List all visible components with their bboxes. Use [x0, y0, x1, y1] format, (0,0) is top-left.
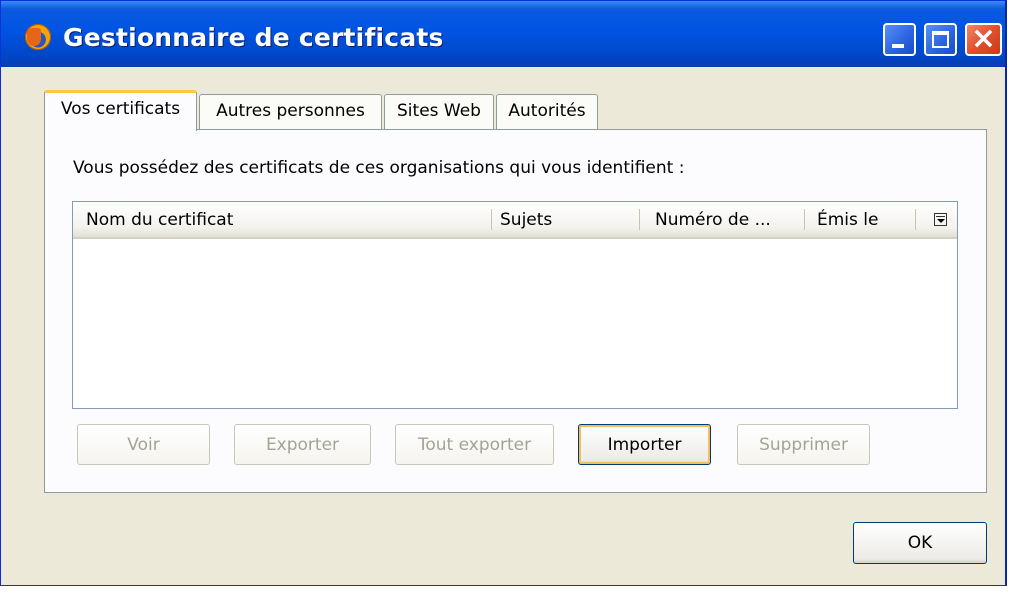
- firefox-icon: [25, 24, 51, 50]
- column-separator[interactable]: [804, 209, 805, 230]
- export-all-button[interactable]: Tout exporter: [395, 424, 554, 465]
- column-separator[interactable]: [915, 209, 916, 230]
- tab-sites-web[interactable]: Sites Web: [384, 94, 494, 129]
- view-button[interactable]: Voir: [77, 424, 210, 465]
- certificate-manager-window: Gestionnaire de certificats × Vos certif…: [0, 0, 1007, 586]
- column-header-name[interactable]: Nom du certificat: [86, 210, 233, 230]
- column-separator[interactable]: [639, 209, 640, 230]
- export-button[interactable]: Exporter: [234, 424, 371, 465]
- close-button[interactable]: ×: [965, 21, 1002, 56]
- title-bar[interactable]: Gestionnaire de certificats ×: [1, 1, 1005, 67]
- maximize-button[interactable]: [924, 23, 957, 56]
- panel-description: Vous possédez des certificats de ces org…: [73, 158, 685, 178]
- column-separator[interactable]: [491, 209, 492, 230]
- tree-header: Nom du certificat Sujets Numéro de ... É…: [73, 202, 957, 239]
- maximize-icon: [932, 31, 949, 48]
- tab-vos-certificats[interactable]: Vos certificats: [44, 90, 197, 131]
- minimize-icon: [892, 44, 904, 48]
- close-icon: ×: [970, 21, 997, 56]
- column-header-issued[interactable]: Émis le: [817, 210, 878, 230]
- window-title: Gestionnaire de certificats: [63, 23, 444, 52]
- tab-autres-personnes[interactable]: Autres personnes: [199, 94, 382, 129]
- import-button[interactable]: Importer: [578, 424, 711, 465]
- column-header-serial[interactable]: Numéro de ...: [655, 210, 771, 230]
- ok-button[interactable]: OK: [853, 522, 987, 564]
- minimize-button[interactable]: [883, 23, 916, 56]
- column-picker-icon[interactable]: [934, 213, 947, 226]
- certificate-tree[interactable]: Nom du certificat Sujets Numéro de ... É…: [72, 201, 958, 409]
- tab-autorites[interactable]: Autorités: [496, 94, 598, 129]
- delete-button[interactable]: Supprimer: [737, 424, 870, 465]
- column-header-subjects[interactable]: Sujets: [500, 210, 552, 230]
